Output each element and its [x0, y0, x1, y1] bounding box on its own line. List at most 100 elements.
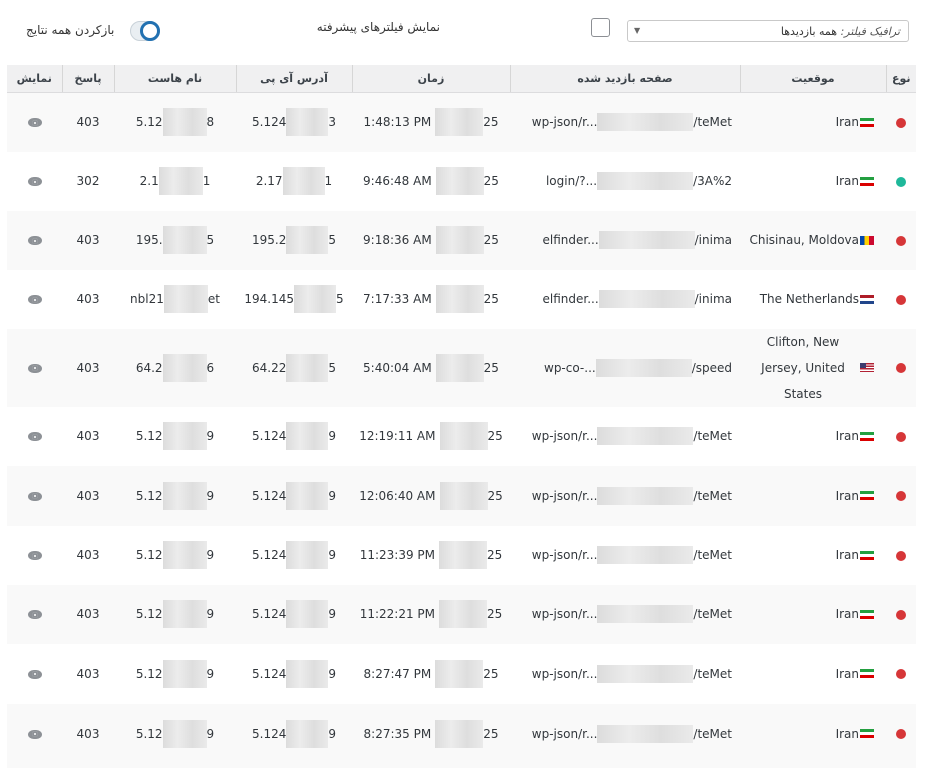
traffic-filter-prefix: ترافیک فیلتر:	[840, 25, 900, 38]
eye-icon[interactable]	[27, 177, 42, 186]
reset-results-control[interactable]: بازکردن همه نتایج	[26, 20, 160, 42]
redacted-blur	[286, 719, 329, 748]
traffic-filter-value: همه بازدیدها	[780, 25, 838, 38]
eye-icon[interactable]	[27, 610, 42, 619]
reset-results-toggle[interactable]	[130, 21, 160, 41]
header-page[interactable]: صفحه بازدید شده	[509, 65, 740, 93]
host-value: 5.12 9	[136, 719, 215, 748]
ip-value: 5.124 9	[252, 481, 336, 510]
response-code: 403	[62, 210, 114, 270]
page-prefix: wp-json/r...	[531, 607, 598, 621]
redacted-blur	[162, 481, 207, 510]
time-value: 7:17:33 AM 25	[363, 285, 499, 313]
location-name: Iran	[835, 666, 859, 681]
table-row[interactable]: 403 5.12 9 5.124 9 8:27:35 PM 25 wp-json/r... /t…	[7, 703, 916, 764]
advanced-filters-checkbox[interactable]	[591, 18, 610, 37]
host-cell: 5.12 9	[114, 644, 236, 704]
host-suffix: 9	[206, 726, 215, 741]
table-row[interactable]: 403 5.12 9 5.124 9 8:27:47 PM 25 wp-json/r... /t…	[7, 644, 916, 704]
type-cell	[886, 465, 916, 526]
table-row[interactable]: 403 195. 5 195.2 5 9:18:36 AM 25 elfinder.../in…	[7, 210, 916, 270]
table-row[interactable]: 403 5.12 9 5.124 9 12:06:40 AM 25 wp-json/r... /…	[7, 465, 916, 526]
header-type[interactable]: نوع	[885, 65, 916, 93]
header-response[interactable]: پاسخ	[61, 65, 114, 93]
redacted-blur	[435, 285, 484, 313]
location-name: Iran	[835, 607, 859, 621]
page-link[interactable]: login/?... /3A%2	[510, 172, 740, 190]
type-cell	[886, 644, 916, 704]
time-date-fragment: 25	[483, 726, 499, 741]
header-location[interactable]: موقعیت	[739, 65, 886, 93]
table-row[interactable]: 302 2.1 1 2.17 1 9:46:48 AM 25 login/?.../3A%2 I…	[7, 152, 916, 211]
page-suffix: /speed	[691, 360, 732, 375]
redacted-blur	[286, 659, 329, 688]
host-prefix: 5.12	[135, 115, 163, 130]
time-date-fragment: 25	[483, 115, 499, 130]
page-link[interactable]: wp-json/r... /teMet	[510, 664, 740, 683]
eye-icon[interactable]	[27, 432, 42, 441]
table-row[interactable]: 403 5.12 8 5.124 3 1:48:13 PM 25 wp-json/r... /t…	[7, 92, 916, 152]
host-cell: 195. 5	[114, 210, 236, 270]
table-header-row: نمایش پاسخ نام هاست آدرس آی پی زمان صفحه…	[7, 65, 916, 93]
table-row[interactable]: 403 5.12 9 5.124 9 11:23:39 PM 25 wp-json/r... /…	[7, 526, 916, 585]
page-link[interactable]: elfinder... /inima	[510, 231, 740, 249]
eye-icon[interactable]	[27, 236, 42, 245]
eye-icon[interactable]	[27, 295, 42, 304]
table-row[interactable]: 403 nbl21 et 194.145 5 7:17:33 AM 25 elfinder..…	[7, 270, 916, 329]
page-link[interactable]: wp-json/r... /teMet	[510, 113, 740, 132]
view-cell	[7, 465, 62, 526]
table-row[interactable]: 403 5.12 9 5.124 9 12:19:11 AM 25 wp-json/r... /…	[7, 407, 916, 466]
table-row[interactable]: 403 64.2 6 64.22 5 5:40:04 AM 25 wp-co-.../spee…	[7, 328, 916, 407]
ip-prefix: 5.124	[252, 548, 287, 562]
header-ip[interactable]: آدرس آی پی	[235, 65, 352, 93]
page-cell: login/?... /3A%2	[510, 152, 740, 211]
page-link[interactable]: wp-json/r... /teMet	[510, 724, 740, 743]
ip-suffix: 5	[328, 360, 336, 375]
dropdown-arrow-icon: ▼	[634, 26, 641, 35]
time-clock: 7:17:33 AM	[363, 292, 432, 306]
eye-icon[interactable]	[27, 118, 42, 128]
advanced-filters-label: نمایش فیلترهای پیشرفته	[316, 20, 440, 34]
redacted-blur	[293, 285, 336, 313]
redacted-blur	[286, 600, 329, 628]
location-name: Clifton, New Jersey, United States	[761, 334, 845, 401]
eye-icon[interactable]	[27, 363, 42, 373]
host-value: 5.12 9	[136, 541, 214, 569]
time-clock: 5:40:04 AM	[363, 360, 432, 375]
page-link[interactable]: wp-co-... /speed	[510, 358, 740, 377]
header-host[interactable]: نام هاست	[113, 65, 236, 93]
redacted-blur	[598, 290, 695, 308]
country-flag-icon	[860, 117, 874, 127]
redacted-blur	[162, 108, 207, 137]
page-cell: wp-json/r... /teMet	[510, 407, 740, 466]
host-value: 5.12 8	[135, 108, 214, 137]
page-link[interactable]: wp-json/r... /teMet	[510, 427, 740, 445]
page-link[interactable]: wp-json/r... /teMet	[510, 486, 740, 505]
page-link[interactable]: wp-json/r... /teMet	[510, 605, 740, 623]
page-cell: wp-json/r... /teMet	[510, 92, 740, 152]
header-time[interactable]: زمان	[351, 65, 510, 93]
location-cell: Iran	[740, 465, 886, 526]
eye-icon[interactable]	[27, 491, 42, 501]
page-suffix: /teMet	[693, 115, 732, 130]
page-link[interactable]: wp-json/r... /teMet	[510, 546, 740, 564]
redacted-blur	[286, 226, 329, 254]
status-dot-icon	[896, 669, 906, 679]
time-cell: 12:19:11 AM 25	[352, 407, 510, 466]
host-prefix: 5.12	[135, 666, 163, 681]
eye-icon[interactable]	[27, 669, 42, 679]
eye-icon[interactable]	[27, 551, 42, 560]
redacted-blur	[598, 231, 695, 249]
header-view[interactable]: نمایش	[7, 65, 62, 93]
time-clock: 11:23:39 PM	[359, 548, 436, 562]
ip-cell: 5.124 9	[236, 465, 352, 526]
time-value: 11:22:21 PM 25	[360, 600, 502, 628]
table-row[interactable]: 403 5.12 9 5.124 9 11:22:21 PM 25 wp-json/r... /…	[7, 584, 916, 644]
host-prefix: 64.2	[135, 360, 163, 375]
eye-icon[interactable]	[27, 729, 42, 739]
ip-value: 194.145 5	[244, 285, 344, 313]
traffic-filter-select[interactable]: ترافیک فیلتر: همه بازدیدها ▼	[627, 20, 909, 42]
ip-prefix: 194.145	[244, 292, 294, 306]
page-link[interactable]: elfinder... /inima	[510, 290, 740, 308]
host-suffix: 9	[206, 429, 215, 443]
